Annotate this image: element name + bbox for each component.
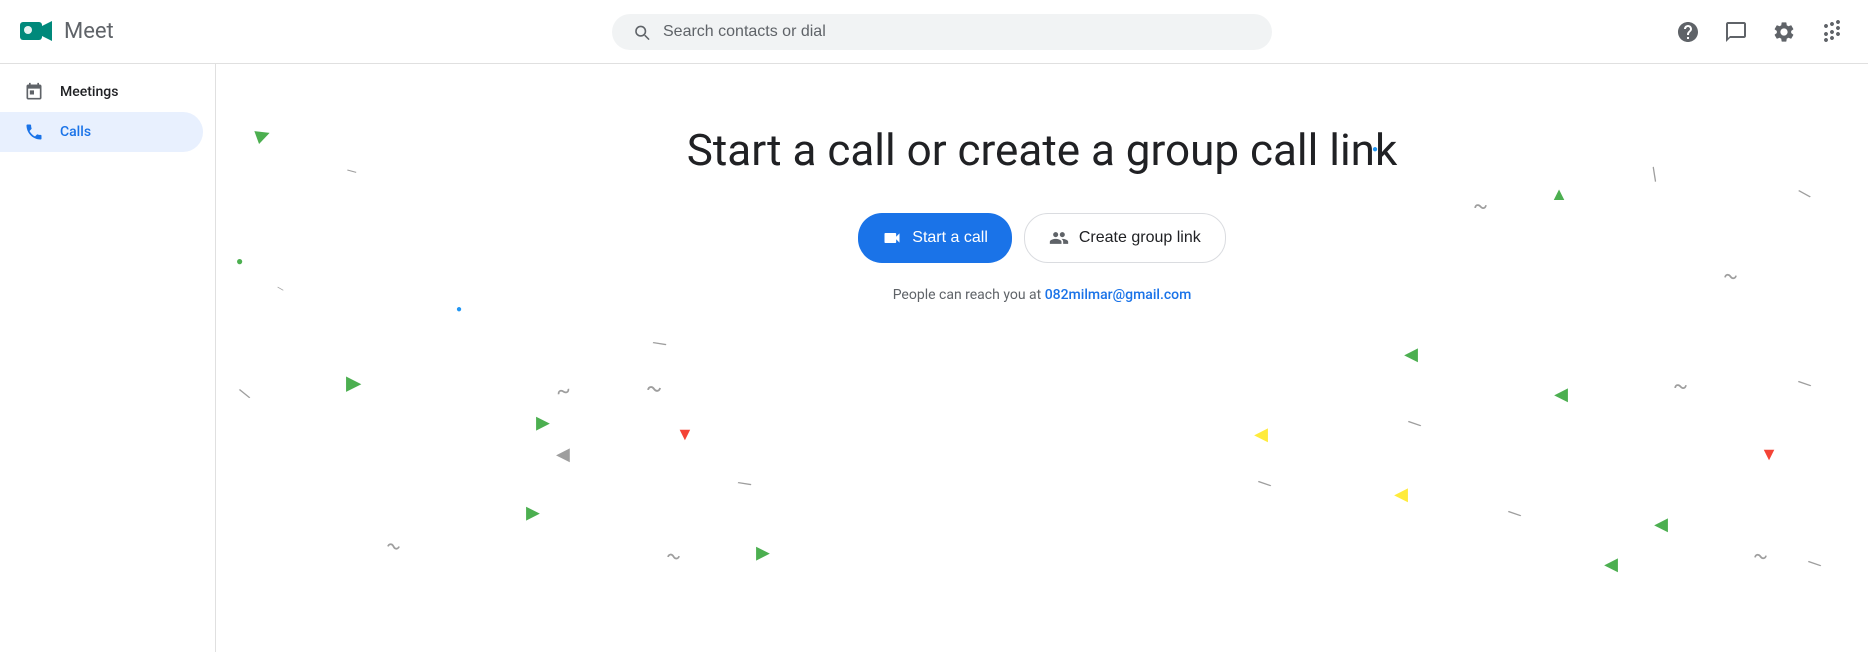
action-buttons: Start a call Create group link bbox=[858, 213, 1225, 263]
deco-shape-r18: ◀ bbox=[1604, 554, 1618, 575]
deco-shape-16: ~ bbox=[382, 532, 405, 561]
feedback-button[interactable] bbox=[1716, 12, 1756, 52]
header-icons bbox=[1668, 12, 1852, 52]
deco-dot-1: ● bbox=[236, 254, 243, 268]
deco-shape-r6: ◀ bbox=[1404, 344, 1418, 365]
help-button[interactable] bbox=[1668, 12, 1708, 52]
create-group-label: Create group link bbox=[1079, 229, 1201, 247]
deco-shape-10: \ bbox=[649, 336, 669, 351]
search-input[interactable] bbox=[663, 23, 1252, 41]
deco-shape-r11: \ bbox=[1405, 415, 1424, 432]
deco-shape-r8: ~ bbox=[1672, 373, 1689, 399]
apps-icon bbox=[1820, 20, 1844, 44]
group-icon bbox=[1049, 228, 1069, 248]
deco-shape-15: ~ bbox=[663, 542, 684, 570]
deco-shape-r5: ~ bbox=[1721, 263, 1740, 290]
logo-text: Meet bbox=[64, 19, 114, 44]
deco-shape-r7: \ bbox=[1795, 375, 1814, 392]
google-meet-logo-icon bbox=[16, 12, 56, 52]
deco-shape-r9: ◀ bbox=[1554, 384, 1568, 405]
calendar-icon bbox=[24, 82, 44, 102]
deco-shape-r13: \ bbox=[1255, 475, 1274, 492]
main-content: ▶ — ● — ◀ \ ~ ◀ ◀ ◀ \ ~ ▼ \ ◀ ~ ~ ● ● / … bbox=[216, 64, 1868, 652]
reach-text-prefix: People can reach you at bbox=[893, 287, 1045, 303]
deco-shape-r3: \ bbox=[1796, 184, 1813, 203]
search-icon bbox=[632, 22, 651, 42]
deco-dot-3: ● bbox=[1372, 144, 1378, 155]
start-call-button[interactable]: Start a call bbox=[858, 213, 1012, 263]
meetings-label: Meetings bbox=[60, 84, 118, 100]
deco-shape-r10: ▼ bbox=[1760, 444, 1778, 465]
feedback-icon bbox=[1724, 20, 1748, 44]
main-layout: Meetings Calls ▶ — ● — ◀ \ ~ ◀ ◀ ◀ \ ~ ▼… bbox=[0, 64, 1868, 652]
deco-shape-r17: ~ bbox=[1751, 543, 1770, 570]
deco-shape-7: ◀ bbox=[536, 414, 550, 435]
deco-shape-4: ◀ bbox=[346, 374, 361, 398]
deco-shape-r19: \ bbox=[1805, 555, 1824, 572]
deco-shape-r15: \ bbox=[1505, 505, 1524, 522]
reach-email: 082milmar@gmail.com bbox=[1045, 287, 1192, 303]
calls-label: Calls bbox=[60, 124, 91, 140]
deco-shape-r14: ◀ bbox=[1654, 514, 1668, 535]
deco-shape-8: ◀ bbox=[556, 444, 570, 465]
sidebar-item-meetings[interactable]: Meetings bbox=[0, 72, 203, 112]
deco-shape-2: — bbox=[344, 163, 359, 181]
help-icon bbox=[1676, 20, 1700, 44]
deco-dot-2: ● bbox=[456, 304, 462, 315]
deco-shape-11: ~ bbox=[644, 373, 665, 403]
deco-shape-r2: ▲ bbox=[1550, 184, 1568, 205]
deco-shape-r16: ◀ bbox=[1394, 484, 1408, 505]
main-title: Start a call or create a group call link bbox=[687, 124, 1398, 177]
create-group-link-button[interactable]: Create group link bbox=[1024, 213, 1226, 263]
settings-button[interactable] bbox=[1764, 12, 1804, 52]
search-bar-wrapper bbox=[216, 14, 1668, 50]
sidebar: Meetings Calls bbox=[0, 64, 216, 652]
deco-shape-1: ▶ bbox=[253, 122, 273, 146]
deco-shape-5: \ bbox=[237, 384, 252, 404]
deco-shape-3: — bbox=[274, 283, 286, 296]
deco-shape-r12: ◀ bbox=[1254, 424, 1268, 445]
deco-shape-9: ◀ bbox=[526, 504, 540, 525]
start-call-label: Start a call bbox=[912, 229, 988, 247]
deco-shape-6: ~ bbox=[554, 378, 573, 405]
settings-icon bbox=[1772, 20, 1796, 44]
deco-shape-13: \ bbox=[734, 476, 754, 491]
search-bar-container bbox=[612, 14, 1272, 50]
phone-icon bbox=[24, 122, 44, 142]
deco-shape-r1: / bbox=[1646, 164, 1663, 186]
deco-shape-12: ▼ bbox=[676, 424, 694, 445]
deco-shape-r4: ~ bbox=[1472, 193, 1489, 219]
header: Meet bbox=[0, 0, 1868, 64]
reach-text: People can reach you at 082milmar@gmail.… bbox=[893, 287, 1192, 303]
sidebar-item-calls[interactable]: Calls bbox=[0, 112, 203, 152]
logo-area: Meet bbox=[16, 12, 216, 52]
deco-shape-14: ◀ bbox=[756, 544, 770, 565]
apps-button[interactable] bbox=[1812, 12, 1852, 52]
video-camera-icon bbox=[882, 228, 902, 248]
